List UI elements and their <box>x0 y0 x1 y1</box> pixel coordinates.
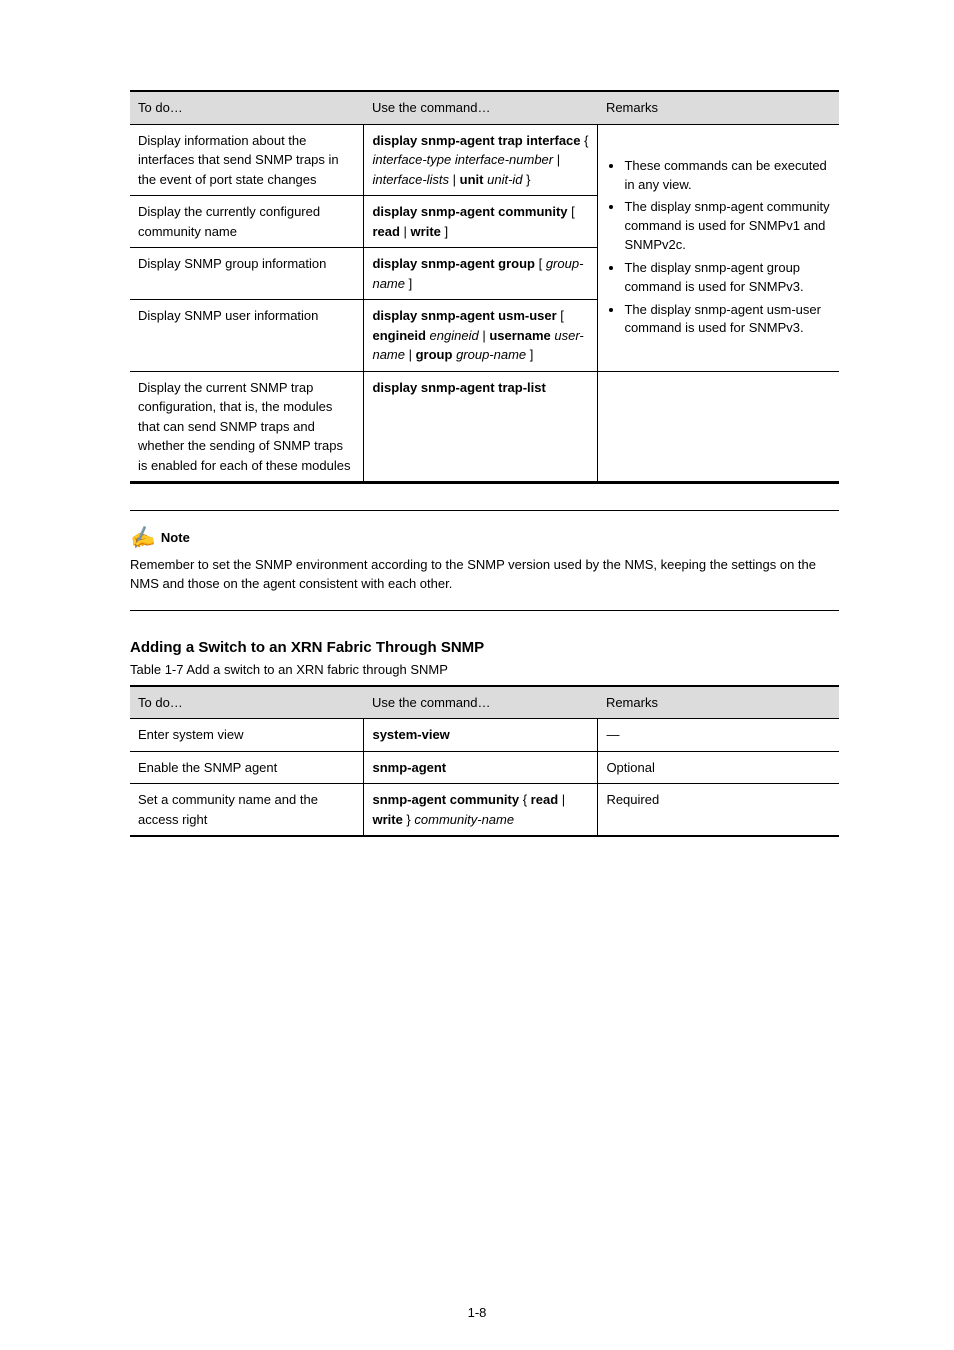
cell-todo: Enable the SNMP agent <box>130 751 364 784</box>
cell-todo: Display SNMP group information <box>130 248 364 300</box>
remarks-bullet: The display snmp-agent community command… <box>624 198 831 255</box>
cell-todo: Display the current SNMP trap configurat… <box>130 371 364 482</box>
cell-todo: Display SNMP user information <box>130 300 364 372</box>
section-divider <box>130 483 839 511</box>
col-header-rem: Remarks <box>598 91 839 124</box>
col-header-cmd: Use the command… <box>364 91 598 124</box>
table-row: Set a community name and the access righ… <box>130 784 839 837</box>
table-header-row: To do… Use the command… Remarks <box>130 91 839 124</box>
cell-remarks: Required <box>598 784 839 837</box>
table-row: Display the current SNMP trap configurat… <box>130 371 839 482</box>
table-row: Enter system viewsystem-view— <box>130 719 839 752</box>
cell-remarks: — <box>598 719 839 752</box>
cell-remarks-empty <box>598 371 839 482</box>
note-text: Remember to set the SNMP environment acc… <box>130 556 839 594</box>
cell-cmd: display snmp-agent trap interface { inte… <box>364 124 598 196</box>
divider <box>130 610 839 611</box>
remarks-bullet: The display snmp-agent group command is … <box>624 259 831 297</box>
remarks-bullet: These commands can be executed in any vi… <box>624 157 831 195</box>
table-header-row: To do… Use the command… Remarks <box>130 686 839 719</box>
table-caption: Table 1-7 Add a switch to an XRN fabric … <box>130 662 839 677</box>
cell-cmd: snmp-agent community { read | write } co… <box>364 784 598 837</box>
cell-cmd: display snmp-agent community [ read | wr… <box>364 196 598 248</box>
cell-todo: Enter system view <box>130 719 364 752</box>
cell-cmd: display snmp-agent group [ group-name ] <box>364 248 598 300</box>
cell-remarks-merged: These commands can be executed in any vi… <box>598 124 839 371</box>
cell-todo: Display the currently configured communi… <box>130 196 364 248</box>
command-table-1: To do… Use the command… Remarks Display … <box>130 90 839 483</box>
section-title: Adding a Switch to an XRN Fabric Through… <box>130 639 839 656</box>
cell-cmd: snmp-agent <box>364 751 598 784</box>
col-header-rem: Remarks <box>598 686 839 719</box>
table-row: Display information about the interfaces… <box>130 124 839 196</box>
table-row: Enable the SNMP agentsnmp-agentOptional <box>130 751 839 784</box>
cell-todo: Set a community name and the access righ… <box>130 784 364 837</box>
cell-cmd: display snmp-agent trap-list <box>364 371 598 482</box>
command-table-2: To do… Use the command… Remarks Enter sy… <box>130 685 839 838</box>
col-header-todo: To do… <box>130 686 364 719</box>
note-icon: ✍ <box>128 523 158 553</box>
page-number: 1-8 <box>0 1305 954 1320</box>
note-block: ✍ Note Remember to set the SNMP environm… <box>130 525 839 594</box>
col-header-todo: To do… <box>130 91 364 124</box>
cell-todo: Display information about the interfaces… <box>130 124 364 196</box>
cell-cmd: system-view <box>364 719 598 752</box>
cell-remarks: Optional <box>598 751 839 784</box>
col-header-cmd: Use the command… <box>364 686 598 719</box>
cell-cmd: display snmp-agent usm-user [ engineid e… <box>364 300 598 372</box>
remarks-bullet: The display snmp-agent usm-user command … <box>624 301 831 339</box>
note-label: Note <box>161 530 190 545</box>
